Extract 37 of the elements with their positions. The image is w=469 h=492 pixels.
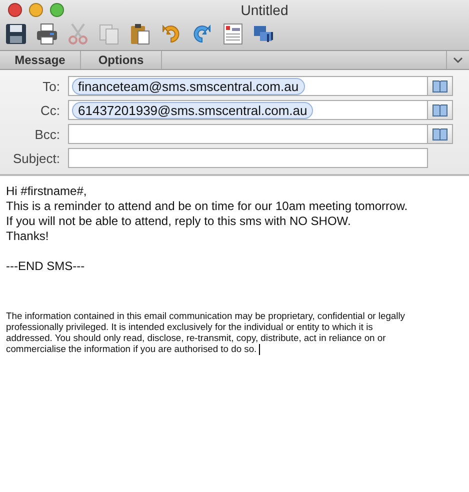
disclaimer-line: The information contained in this email communication may be proprietary, confidential or legally bbox=[6, 310, 405, 321]
text-cursor bbox=[258, 344, 260, 356]
tab[interactable]: Message bbox=[0, 51, 81, 69]
address-book-button[interactable] bbox=[428, 76, 453, 96]
chevron-icon[interactable] bbox=[453, 56, 463, 64]
tab[interactable]: Options bbox=[81, 51, 162, 69]
field-label: Bcc: bbox=[34, 126, 61, 142]
disclaimer-line: professionally privileged. It is intended exclusively for the individual or entity to which it is bbox=[6, 321, 373, 332]
window-title: Untitled bbox=[240, 2, 288, 18]
message-line: This is a reminder to attend and be on time for our 10am meeting tomorrow. bbox=[6, 199, 408, 213]
zoom-button[interactable] bbox=[50, 3, 64, 17]
input-field[interactable] bbox=[68, 124, 428, 144]
book-icon bbox=[432, 128, 448, 140]
save-icon[interactable] bbox=[4, 22, 28, 46]
book-icon bbox=[432, 80, 448, 92]
input-field[interactable] bbox=[68, 148, 428, 168]
message-line: If you will not be able to attend, reply to this sms with NO SHOW. bbox=[6, 214, 351, 228]
minimize-button[interactable] bbox=[29, 3, 43, 17]
address-book-button[interactable] bbox=[428, 100, 453, 120]
input-field[interactable]: 61437201939@sms.smscentral.com.au bbox=[68, 100, 428, 120]
clipboard-icon[interactable] bbox=[128, 22, 152, 46]
message-line: ---END SMS--- bbox=[6, 259, 85, 273]
field-label: To: bbox=[42, 78, 61, 94]
address-book-button[interactable] bbox=[428, 124, 453, 144]
message-line: Thanks! bbox=[6, 229, 49, 243]
disclaimer-line: addressed. You should only read, disclose, re-transmit, copy, distribute, act in reliance on or bbox=[6, 332, 386, 343]
book-icon bbox=[432, 104, 448, 116]
printer-icon[interactable] bbox=[35, 22, 59, 46]
close-button[interactable] bbox=[8, 3, 22, 17]
message-line: Hi #firstname#, bbox=[6, 184, 87, 198]
field-label: Cc: bbox=[40, 102, 61, 118]
document-icon[interactable] bbox=[221, 22, 245, 46]
input-field[interactable]: financeteam@sms.smscentral.com.au bbox=[68, 76, 428, 96]
disclaimer-line: commercialise the information if you are authorised to do so. bbox=[6, 343, 257, 354]
recipient-token[interactable]: financeteam@sms.smscentral.com.au bbox=[72, 78, 305, 94]
recipient-token[interactable]: 61437201939@sms.smscentral.com.au bbox=[72, 102, 314, 118]
field-label: Subject: bbox=[12, 150, 61, 166]
